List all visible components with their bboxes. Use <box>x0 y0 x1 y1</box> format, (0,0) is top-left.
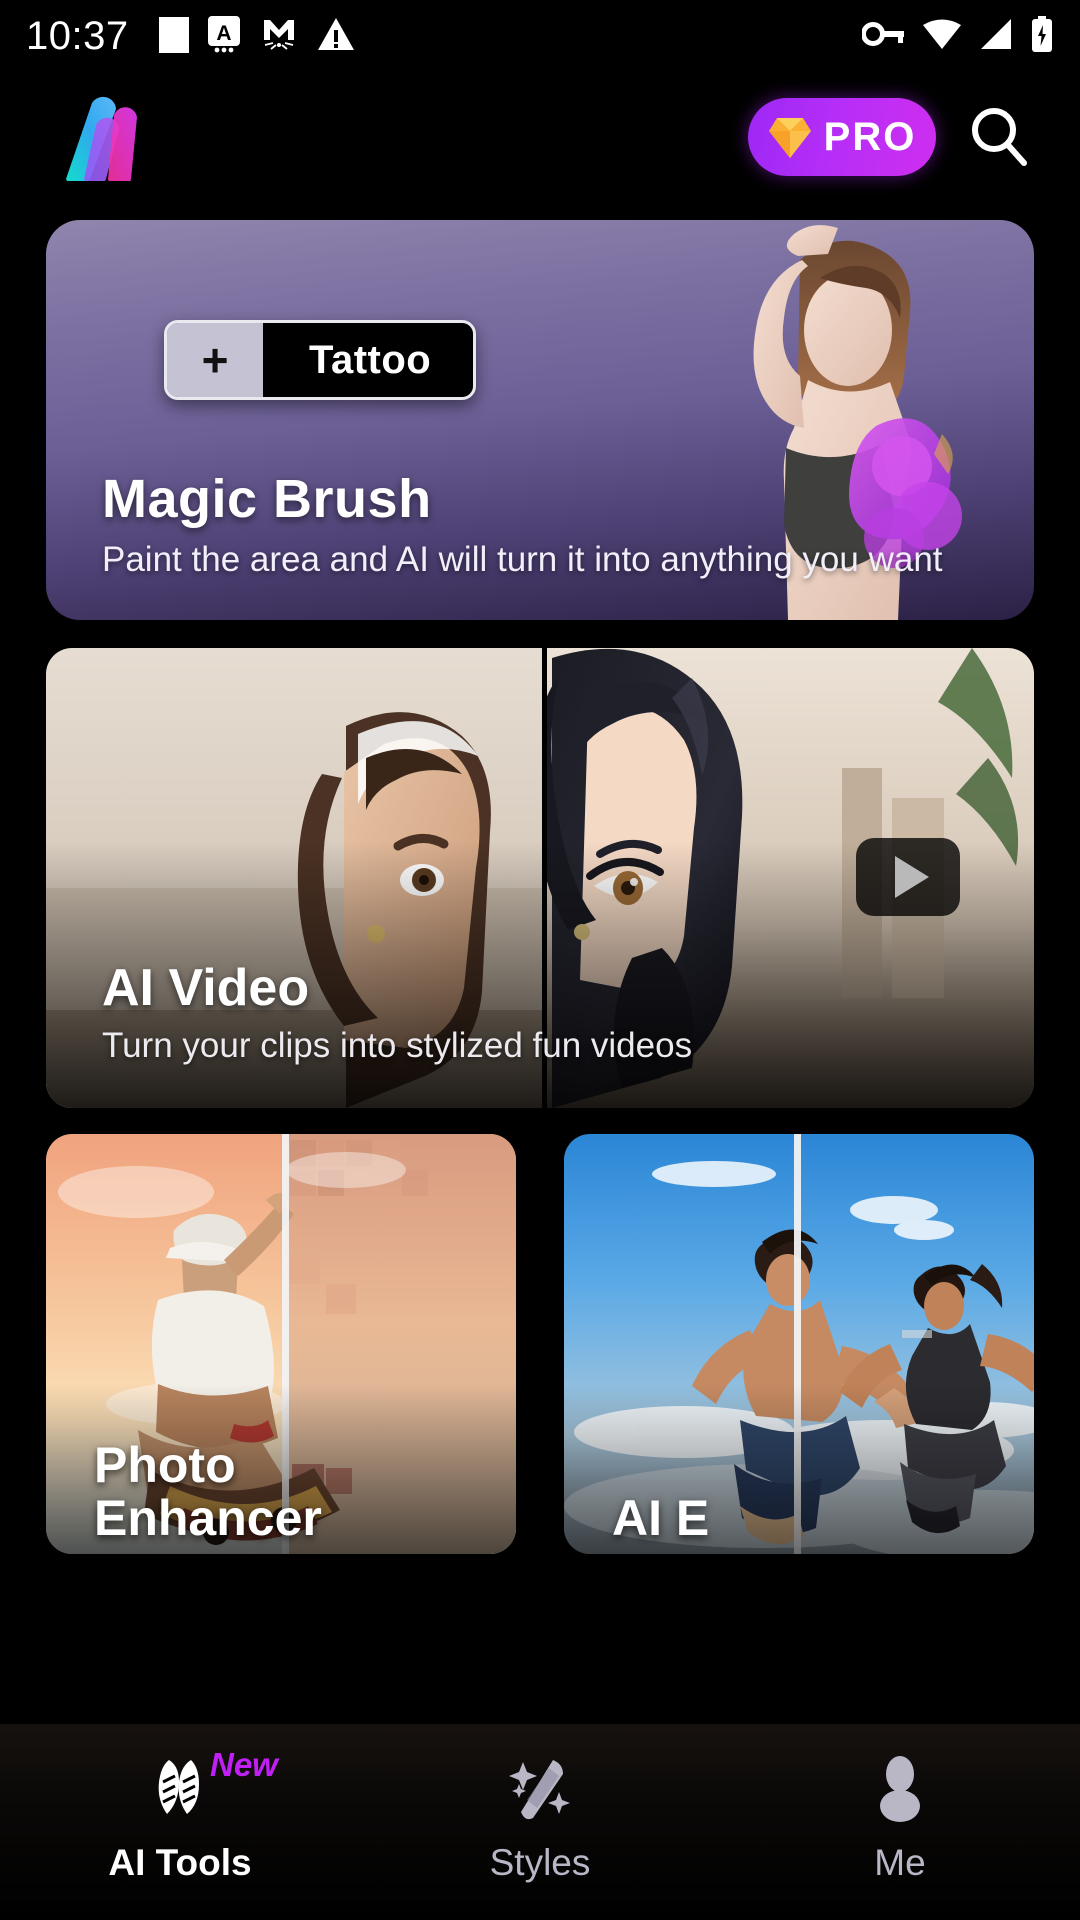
nav-label-me: Me <box>874 1842 926 1883</box>
magic-brush-text: Magic Brush Paint the area and AI will t… <box>102 468 943 580</box>
ai-eraser-title: AI E <box>612 1489 710 1546</box>
meitu-m-logo[interactable] <box>46 93 138 188</box>
nav-item-me[interactable]: Me <box>720 1750 1080 1884</box>
photo-enhancer-title-line2: Enhancer <box>94 1489 322 1546</box>
cellular-signal-icon <box>978 18 1014 55</box>
card-ai-eraser[interactable]: AI E <box>564 1134 1034 1554</box>
magic-brush-title: Magic Brush <box>102 469 432 529</box>
add-prompt-icon[interactable]: + <box>167 323 263 397</box>
warning-triangle-icon <box>317 14 355 59</box>
card-magic-brush[interactable]: + Tattoo Magic Brush Paint the area and … <box>46 220 1034 620</box>
app-header: PRO <box>0 78 1080 196</box>
nav-label-ai-tools: AI Tools <box>108 1842 252 1883</box>
new-badge: New <box>210 1746 278 1783</box>
vpn-key-icon <box>861 19 906 54</box>
card-photo-enhancer[interactable]: Photo Enhancer <box>46 1134 516 1554</box>
status-bar-clock: 10:37 <box>26 13 129 58</box>
ai-video-text: AI Video Turn your clips into stylized f… <box>102 958 692 1066</box>
status-bar: 10:37 A <box>0 0 1080 72</box>
bottom-navigation: AI Tools New Styles Me <box>0 1724 1080 1920</box>
photo-enhancer-title-line1: Photo <box>94 1437 236 1493</box>
status-bar-system-icons <box>861 15 1054 57</box>
svg-text:A: A <box>216 22 231 45</box>
magic-brush-prompt-pill[interactable]: + Tattoo <box>164 320 477 400</box>
ai-tools-icon <box>145 1750 215 1824</box>
search-icon[interactable] <box>964 102 1034 172</box>
ai-video-subtitle: Turn your clips into stylized fun videos <box>102 1026 693 1065</box>
magic-brush-subtitle: Paint the area and AI will turn it into … <box>102 540 943 579</box>
a-card-icon: A <box>207 14 241 59</box>
blank-notification-icon <box>158 14 189 59</box>
pro-upgrade-button[interactable]: PRO <box>748 98 936 176</box>
person-icon <box>865 1750 935 1824</box>
status-bar-notification-icons: A <box>158 14 355 59</box>
diamond-icon <box>768 114 812 160</box>
play-triangle-icon <box>894 856 929 898</box>
pro-label: PRO <box>823 114 917 159</box>
secondary-cards-row: Photo Enhancer AI E <box>0 1134 1080 1554</box>
app-screen: 10:37 A PRO + Tattoo Magic Brush Paint t… <box>0 0 1080 1920</box>
play-button[interactable] <box>856 838 960 916</box>
wifi-icon <box>922 18 962 55</box>
photo-enhancer-title: Photo Enhancer <box>94 1439 322 1544</box>
tools-feed: + Tattoo Magic Brush Paint the area and … <box>0 196 1080 1724</box>
nav-label-styles: Styles <box>489 1842 591 1883</box>
nav-item-styles[interactable]: Styles <box>360 1750 720 1884</box>
ai-video-title: AI Video <box>102 959 310 1017</box>
magic-wand-icon <box>505 1750 575 1824</box>
ai-eraser-title-line1: AI E <box>612 1489 710 1546</box>
gmail-m-icon <box>259 14 299 59</box>
battery-charging-icon <box>1030 15 1054 57</box>
nav-item-ai-tools[interactable]: AI Tools New <box>0 1746 360 1884</box>
card-ai-video[interactable]: AI Video Turn your clips into stylized f… <box>46 648 1034 1108</box>
prompt-label: Tattoo <box>263 323 474 397</box>
